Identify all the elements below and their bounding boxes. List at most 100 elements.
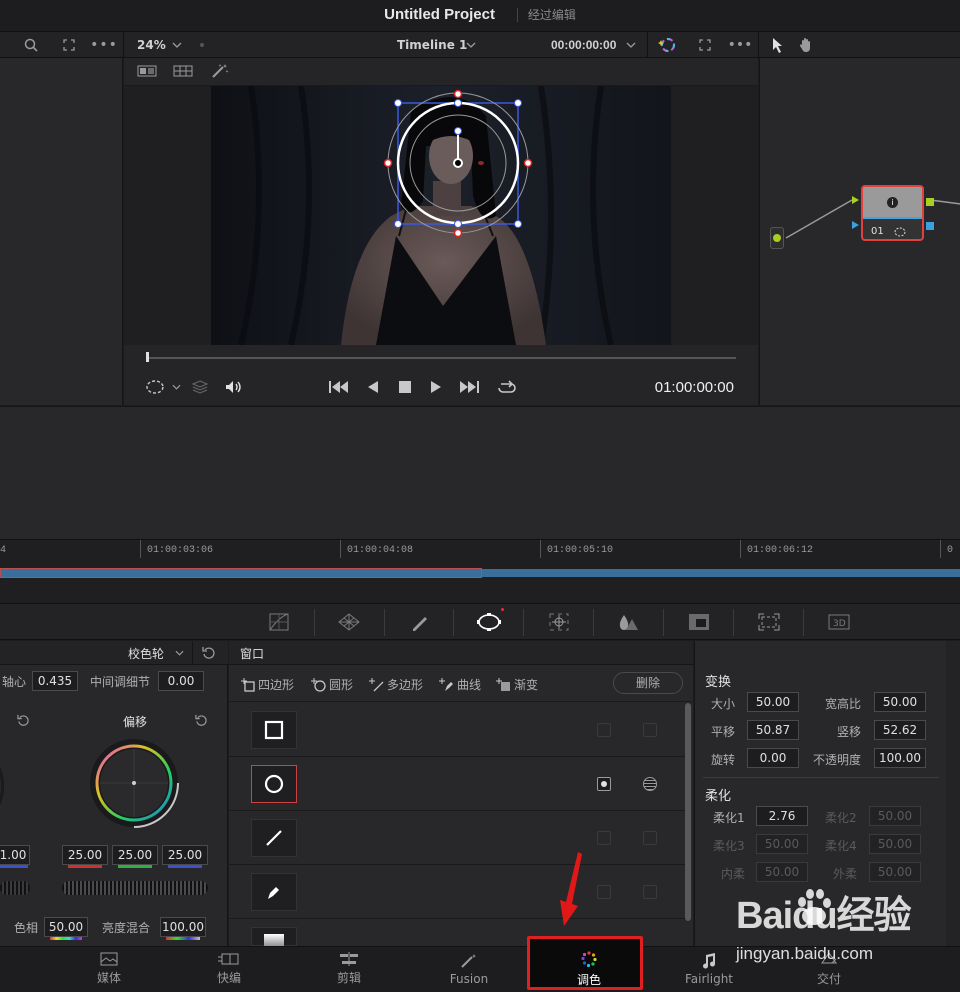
play-icon[interactable]: [427, 377, 445, 397]
window-row-curve[interactable]: [229, 865, 685, 919]
window-tool-icon[interactable]: [476, 610, 502, 634]
magic-wand-icon[interactable]: [209, 62, 231, 80]
chevron-down-icon[interactable]: [172, 645, 186, 661]
timeline-clip-selected[interactable]: [0, 568, 482, 578]
circle-window-overlay[interactable]: [124, 86, 758, 345]
polygon-tool[interactable]: 多边形: [369, 676, 423, 693]
size-field[interactable]: 50.00: [747, 692, 799, 712]
gain-master-wheel[interactable]: [0, 881, 30, 895]
qualifier-icon[interactable]: [407, 610, 433, 634]
chevron-down-icon[interactable]: [170, 36, 184, 54]
more-options-icon[interactable]: •••: [728, 36, 753, 54]
gradient-tool[interactable]: 渐变: [496, 676, 538, 693]
more-options-icon[interactable]: •••: [90, 36, 117, 54]
volume-icon[interactable]: [224, 377, 244, 397]
corrector-node[interactable]: i 01: [861, 185, 924, 241]
mask-toggle[interactable]: [643, 723, 657, 737]
gain-wheel[interactable]: [0, 741, 4, 831]
grid-view-icon[interactable]: [172, 63, 194, 79]
curves-icon[interactable]: [266, 610, 292, 634]
circle-tool[interactable]: 圆形: [311, 676, 353, 693]
window-row-rectangle[interactable]: [229, 703, 685, 757]
curve-tool[interactable]: 曲线: [439, 676, 481, 693]
invert-toggle[interactable]: [597, 777, 611, 791]
sizing-icon[interactable]: [756, 610, 782, 634]
curve-window-button[interactable]: [251, 873, 297, 911]
mask-toggle[interactable]: [643, 777, 657, 791]
offset-wheel[interactable]: [88, 737, 180, 829]
page-edit[interactable]: 剪辑: [289, 946, 409, 992]
reset-icon[interactable]: [14, 711, 32, 729]
offset-g-field[interactable]: 25.00: [112, 845, 158, 865]
gain-y-field[interactable]: 1.00: [0, 845, 30, 865]
pan-field[interactable]: 50.87: [747, 720, 799, 740]
window-list-scrollbar[interactable]: [685, 703, 691, 921]
soft1-field[interactable]: 2.76: [756, 806, 808, 826]
chevron-down-icon[interactable]: [170, 380, 182, 394]
timeline-name[interactable]: Timeline 1: [397, 38, 467, 52]
hue-field[interactable]: 50.00: [44, 917, 88, 937]
rectangle-tool[interactable]: 四边形: [241, 676, 294, 693]
mask-toggle[interactable]: [643, 885, 657, 899]
layers-icon[interactable]: [190, 377, 210, 397]
chevron-down-icon[interactable]: [624, 36, 638, 54]
midtone-detail-field[interactable]: 0.00: [158, 671, 204, 691]
viewer-frame[interactable]: [124, 86, 758, 345]
warper-icon[interactable]: [336, 610, 362, 634]
lum-mix-field[interactable]: 100.00: [160, 917, 206, 937]
3d-icon[interactable]: 3D: [826, 610, 852, 634]
page-media[interactable]: 媒体: [49, 946, 169, 992]
source-node[interactable]: [770, 227, 784, 249]
linear-window-button[interactable]: [251, 819, 297, 857]
page-deliver[interactable]: 交付: [769, 946, 889, 992]
chevron-down-icon[interactable]: [464, 36, 478, 54]
pivot-field[interactable]: 0.435: [32, 671, 78, 691]
page-color[interactable]: 调色: [529, 946, 649, 992]
tilt-field[interactable]: 52.62: [874, 720, 926, 740]
rotate-field[interactable]: 0.00: [747, 748, 799, 768]
jump-start-icon[interactable]: [328, 377, 350, 397]
hand-icon[interactable]: [796, 35, 816, 55]
mask-toggle[interactable]: [643, 831, 657, 845]
play-reverse-icon[interactable]: [364, 377, 382, 397]
window-row-linear[interactable]: [229, 811, 685, 865]
mini-timeline[interactable]: 4 01:00:03:06 01:00:04:08 01:00:05:10 01…: [0, 539, 960, 603]
offset-master-wheel[interactable]: [62, 881, 208, 895]
scrub-bar[interactable]: [146, 357, 736, 359]
key-icon[interactable]: [686, 610, 712, 634]
timeline-clip[interactable]: [482, 569, 960, 577]
loop-icon[interactable]: [496, 377, 518, 397]
split-view-icon[interactable]: [136, 63, 158, 79]
offset-b-field[interactable]: 25.00: [162, 845, 208, 865]
gradient-window-button[interactable]: [251, 927, 297, 947]
search-icon[interactable]: [20, 36, 42, 54]
opacity-field[interactable]: 100.00: [874, 748, 926, 768]
node-editor[interactable]: i 01: [759, 58, 960, 405]
aspect-field[interactable]: 50.00: [874, 692, 926, 712]
wheels-mode-dropdown[interactable]: 校色轮: [128, 645, 164, 662]
invert-toggle[interactable]: [597, 885, 611, 899]
pointer-icon[interactable]: [770, 35, 786, 55]
expand-icon[interactable]: [58, 36, 80, 54]
circle-window-button[interactable]: [251, 765, 297, 803]
color-sparkle-icon[interactable]: [656, 35, 678, 55]
window-mode-icon[interactable]: [144, 377, 166, 397]
window-row-circle[interactable]: [229, 757, 685, 811]
page-fairlight[interactable]: Fairlight: [649, 946, 769, 992]
tracker-icon[interactable]: [546, 610, 572, 634]
page-fusion[interactable]: Fusion: [409, 946, 529, 992]
invert-toggle[interactable]: [597, 723, 611, 737]
reset-icon[interactable]: [192, 711, 210, 729]
reset-icon[interactable]: [200, 644, 218, 662]
blur-icon[interactable]: [615, 610, 641, 634]
jump-end-icon[interactable]: [458, 377, 480, 397]
zoom-level[interactable]: 24%: [137, 38, 166, 52]
invert-toggle[interactable]: [597, 831, 611, 845]
fullscreen-icon[interactable]: [694, 36, 716, 54]
delete-button[interactable]: 删除: [613, 672, 683, 694]
scrub-playhead[interactable]: [146, 352, 149, 362]
offset-r-field[interactable]: 25.00: [62, 845, 108, 865]
page-cut[interactable]: 快编: [169, 946, 289, 992]
stop-icon[interactable]: [396, 377, 414, 397]
rectangle-window-button[interactable]: [251, 711, 297, 749]
